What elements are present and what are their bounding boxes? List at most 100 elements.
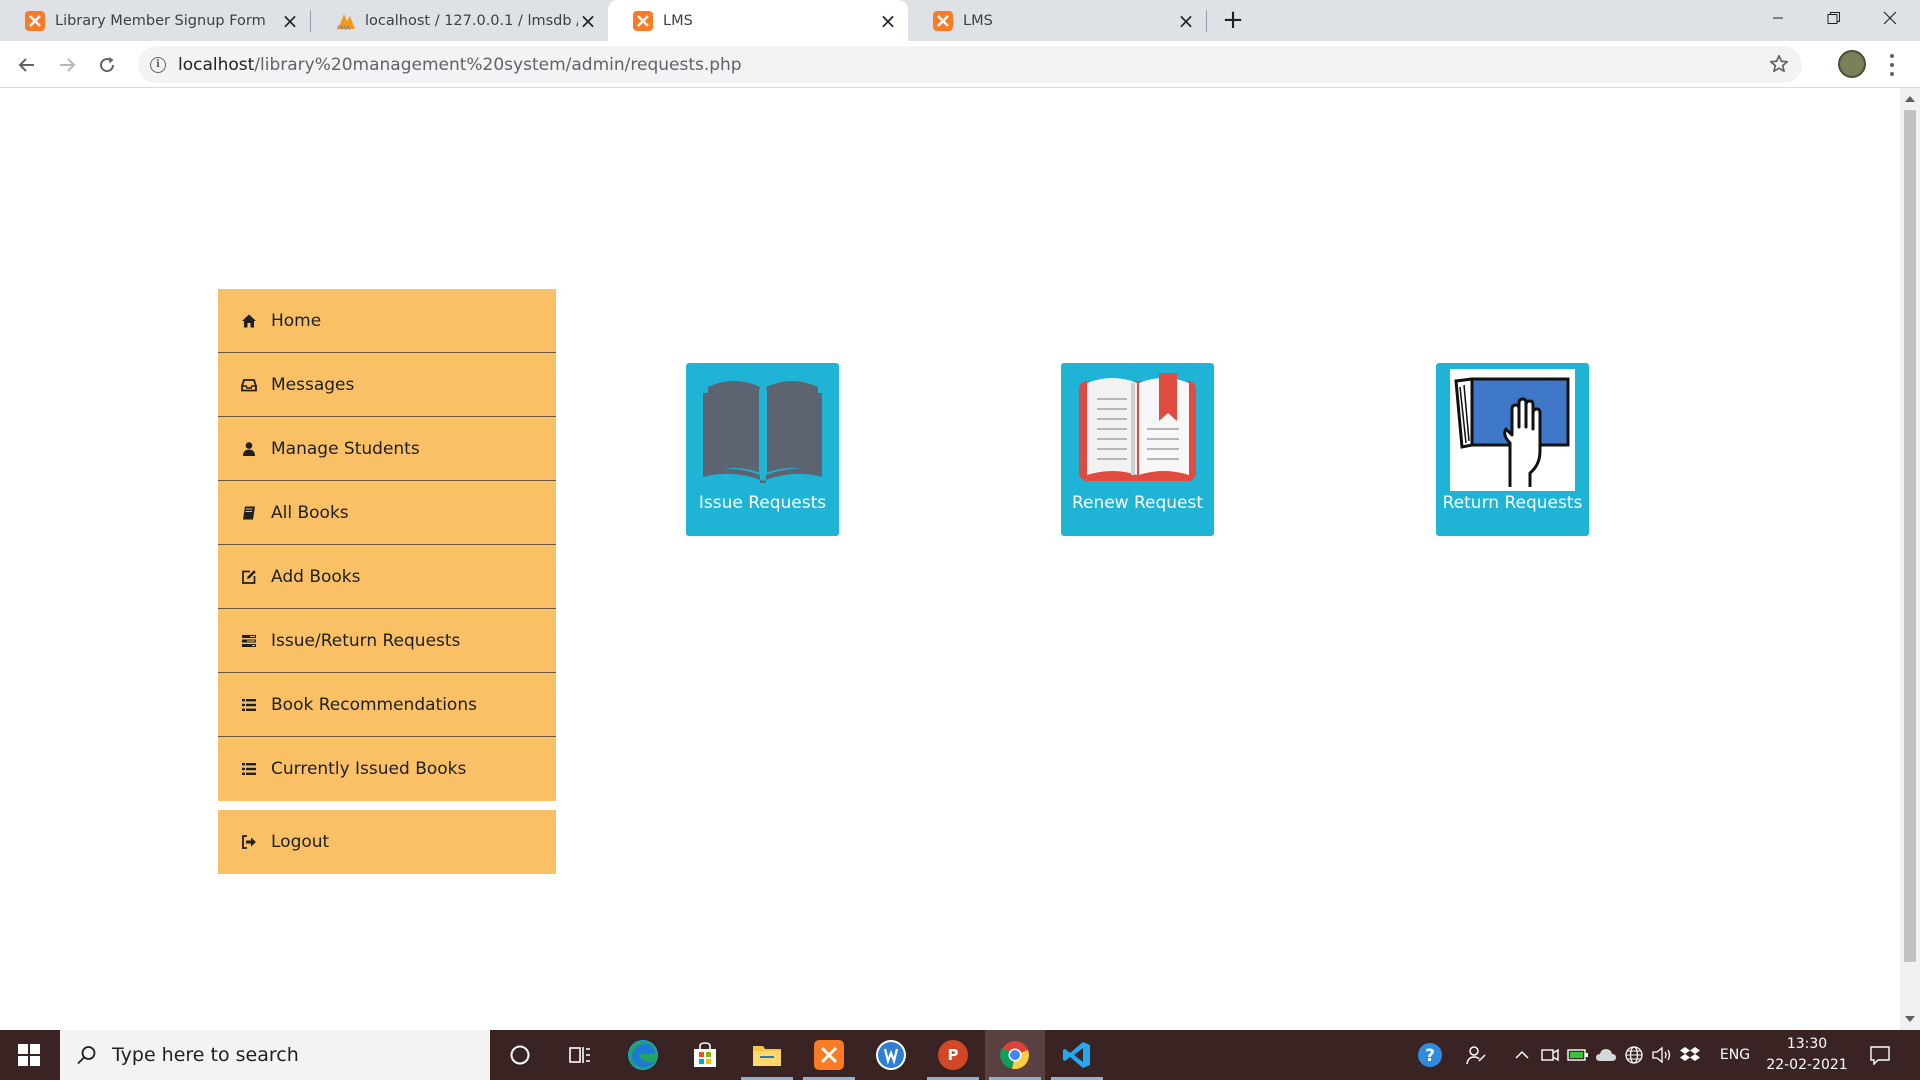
powerpoint-icon: P [938, 1040, 968, 1070]
close-icon[interactable]: × [280, 9, 300, 33]
sidebar-item-messages[interactable]: Messages [218, 353, 556, 417]
bookmarked-book-icon [1075, 369, 1200, 491]
renew-request-tile[interactable]: Renew Request [1061, 363, 1214, 536]
dropbox-icon [1680, 1047, 1700, 1061]
sidebar-item-issue-return-requests[interactable]: Issue/Return Requests [218, 609, 556, 673]
taskbar-vscode[interactable] [1047, 1030, 1107, 1080]
minimize-button[interactable] [1750, 0, 1806, 36]
sidebar-item-label: Messages [271, 374, 355, 395]
edit-icon [240, 568, 258, 586]
search-placeholder: Type here to search [112, 1044, 299, 1066]
list-icon [240, 696, 258, 714]
scroll-down-arrow-icon[interactable] [1905, 1016, 1915, 1022]
reload-button[interactable] [91, 49, 123, 81]
action-center-button[interactable] [1860, 1030, 1900, 1080]
scrollbar-thumb[interactable] [1904, 110, 1916, 962]
inbox-icon [240, 376, 258, 394]
tab-title: Library Member Signup Form [55, 12, 266, 29]
taskbar-edge[interactable] [613, 1030, 673, 1080]
bookmark-star-icon[interactable] [1768, 53, 1790, 75]
restore-button[interactable] [1806, 0, 1862, 36]
sign-out-icon [240, 833, 258, 851]
browser-tab[interactable]: Library Member Signup Form × [0, 0, 310, 41]
taskbar-chrome[interactable] [985, 1030, 1045, 1080]
meet-now-tray[interactable] [1536, 1030, 1564, 1080]
taskbar-store[interactable] [675, 1030, 735, 1080]
taskbar-powerpoint[interactable]: P [923, 1030, 983, 1080]
chevron-up-icon [1515, 1050, 1529, 1059]
volume-tray[interactable] [1648, 1030, 1676, 1080]
list-icon [240, 760, 258, 778]
taskbar-search-box[interactable]: Type here to search [60, 1030, 490, 1080]
camera-icon [1541, 1048, 1559, 1062]
close-window-button[interactable] [1862, 0, 1918, 36]
clock-date: 22-02-2021 [1766, 1057, 1848, 1073]
svg-text:?: ? [1425, 1046, 1435, 1066]
page-content: Home Messages Manage Students All Books … [0, 88, 1900, 1030]
browser-tab[interactable]: LMS × [908, 0, 1206, 41]
svg-text:PMA: PMA [337, 25, 351, 31]
sidebar-item-add-books[interactable]: Add Books [218, 545, 556, 609]
sidebar-item-home[interactable]: Home [218, 289, 556, 353]
taskbar-app[interactable] [861, 1030, 921, 1080]
back-button[interactable] [11, 49, 43, 81]
taskbar-file-explorer[interactable] [737, 1030, 797, 1080]
return-book-hand-icon [1450, 369, 1575, 491]
sidebar-item-all-books[interactable]: All Books [218, 481, 556, 545]
tile-label: Renew Request [1071, 493, 1204, 513]
taskbar-clock[interactable]: 13:30 22-02-2021 [1762, 1034, 1852, 1076]
tasks-icon [240, 632, 258, 650]
people-icon [1466, 1046, 1486, 1065]
tab-title: LMS [663, 12, 693, 29]
tab-title: LMS [963, 12, 993, 29]
battery-tray[interactable] [1564, 1030, 1592, 1080]
home-icon [240, 312, 258, 330]
new-tab-button[interactable]: + [1219, 5, 1247, 35]
scroll-up-arrow-icon[interactable] [1905, 96, 1915, 102]
url-path: /library%20management%20system/admin/req… [254, 54, 742, 75]
network-tray[interactable] [1620, 1030, 1648, 1080]
book-icon [240, 504, 258, 522]
info-icon[interactable]: i [150, 56, 166, 73]
url-host: localhost [178, 54, 255, 75]
chrome-icon [1000, 1041, 1029, 1070]
task-view-icon [569, 1047, 590, 1063]
sidebar-item-currently-issued-books[interactable]: Currently Issued Books [218, 737, 556, 801]
close-icon[interactable]: × [1176, 9, 1196, 33]
cortana-button[interactable] [490, 1030, 550, 1080]
xampp-icon [814, 1040, 844, 1070]
close-icon[interactable]: × [878, 9, 898, 33]
return-requests-tile[interactable]: Return Requests [1436, 363, 1589, 536]
forward-button[interactable] [51, 49, 83, 81]
notification-icon [1870, 1046, 1890, 1065]
logout-button[interactable]: Logout [218, 810, 556, 874]
onedrive-tray[interactable] [1592, 1030, 1620, 1080]
task-view-button[interactable] [550, 1030, 610, 1080]
issue-requests-tile[interactable]: Issue Requests [686, 363, 839, 536]
speaker-icon [1652, 1046, 1671, 1064]
sidebar-item-book-recommendations[interactable]: Book Recommendations [218, 673, 556, 737]
dropbox-tray[interactable] [1676, 1030, 1704, 1080]
sidebar-item-manage-students[interactable]: Manage Students [218, 417, 556, 481]
help-tray[interactable]: ? [1410, 1030, 1450, 1080]
close-icon[interactable]: × [578, 9, 598, 33]
store-icon [694, 1042, 716, 1067]
address-bar[interactable]: i localhost/library%20management%20syste… [138, 46, 1802, 83]
page-scrollbar[interactable] [1900, 88, 1920, 1030]
show-hidden-icons[interactable] [1508, 1030, 1536, 1080]
people-tray[interactable] [1458, 1030, 1494, 1080]
xampp-icon [933, 10, 953, 31]
browser-tab-active[interactable]: LMS × [608, 0, 908, 41]
start-button[interactable] [0, 1030, 58, 1080]
sidebar-item-label: Add Books [271, 566, 361, 587]
browser-menu-icon[interactable] [1885, 52, 1899, 78]
profile-avatar[interactable] [1838, 50, 1866, 78]
browser-tab[interactable]: PMA localhost / 127.0.0.1 / lmsdb / te × [310, 0, 608, 41]
clock-time: 13:30 [1786, 1036, 1828, 1052]
edge-icon [628, 1040, 658, 1070]
xampp-icon [25, 10, 45, 31]
cortana-icon [510, 1045, 530, 1065]
input-language[interactable]: ENG [1710, 1030, 1760, 1080]
xampp-icon [633, 10, 653, 31]
taskbar-xampp[interactable] [799, 1030, 859, 1080]
